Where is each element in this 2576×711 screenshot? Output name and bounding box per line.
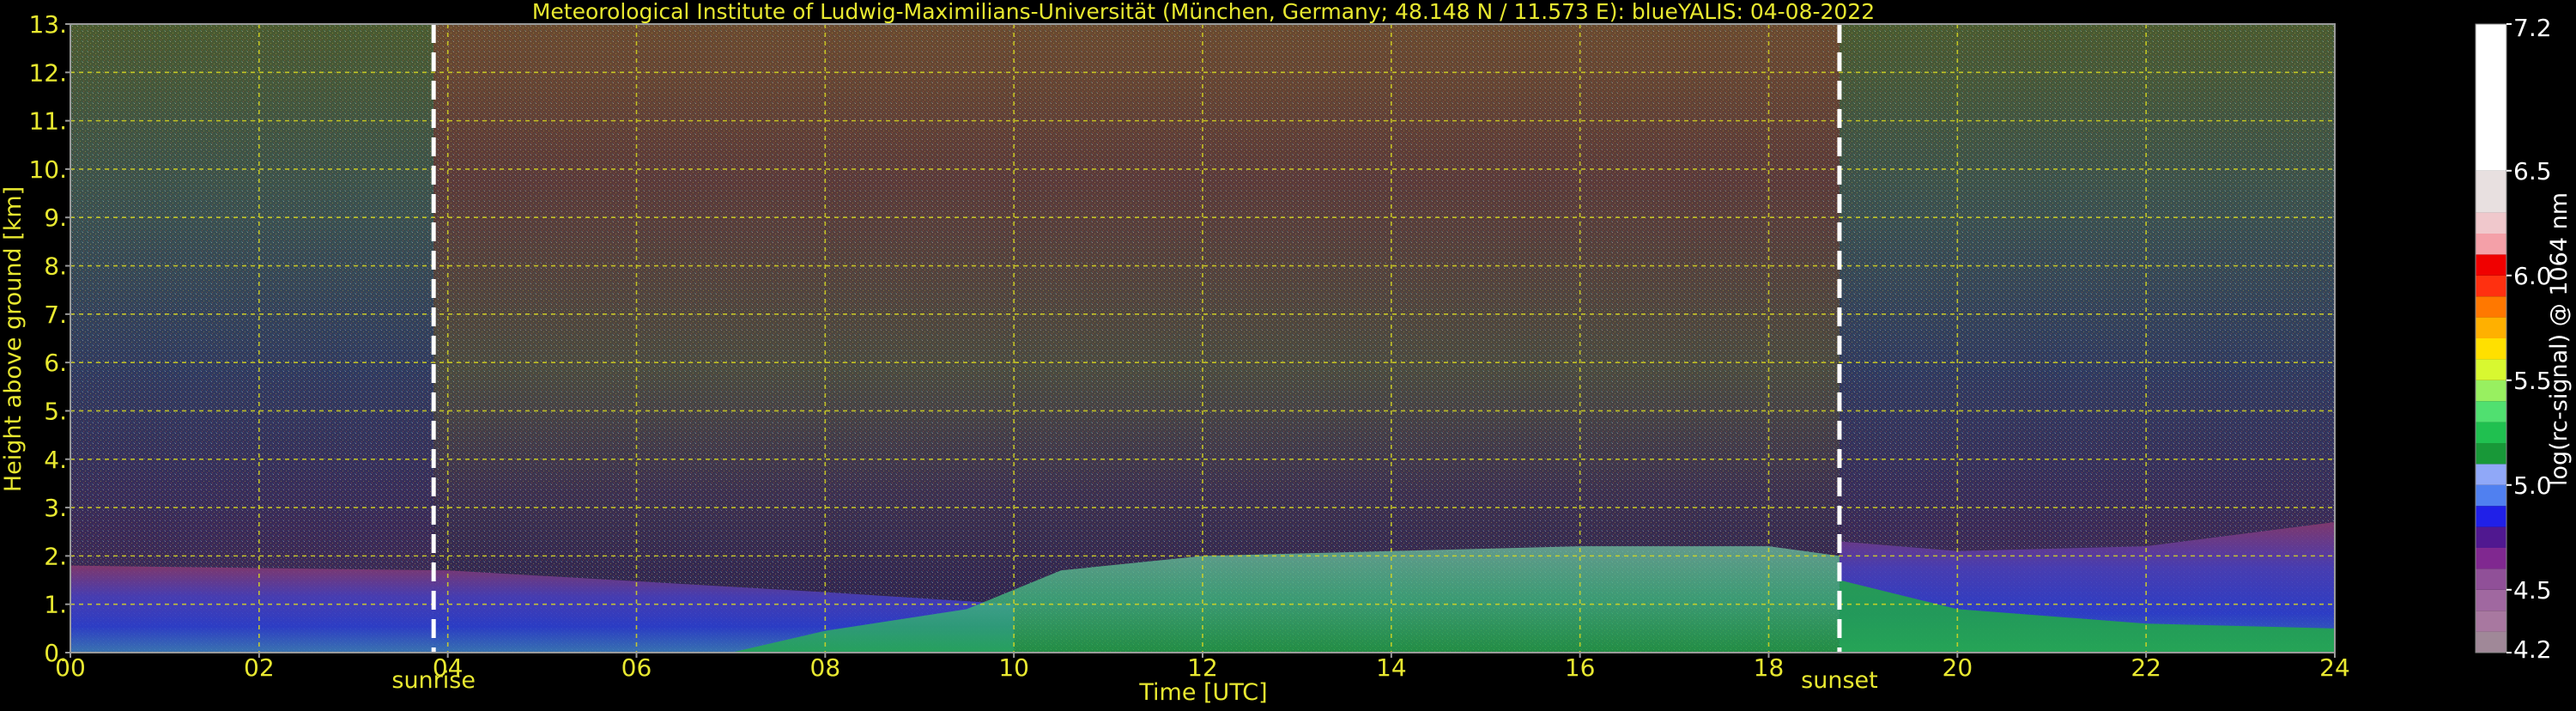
x-axis-label: Time [UTC]: [1138, 679, 1267, 706]
x-tick-label: 20: [1943, 653, 1973, 682]
x-tick-label: 24: [2319, 653, 2350, 682]
x-tick-label: 04: [433, 653, 464, 682]
y-tick-label: 0.: [44, 639, 67, 667]
colorbar-segment: [2476, 422, 2506, 443]
colorbar-segment: [2476, 611, 2506, 632]
colorbar-segment: [2476, 275, 2506, 297]
x-tick-label: 06: [621, 653, 652, 682]
colorbar-segment: [2476, 234, 2506, 255]
x-tick-label: 18: [1754, 653, 1785, 682]
colorbar-segment: [2476, 170, 2506, 213]
colorbar-segment: [2476, 380, 2506, 402]
y-tick-label: 6.: [44, 349, 67, 377]
y-tick-label: 5.: [44, 397, 67, 425]
y-tick-label: 9.: [44, 204, 67, 232]
chart-title: Meteorological Institute of Ludwig-Maxim…: [532, 0, 1875, 24]
colorbar-segment: [2476, 548, 2506, 569]
colorbar-segment: [2476, 317, 2506, 338]
colorbar: 4.24.55.05.56.06.57.2: [2475, 14, 2552, 664]
colorbar-segment: [2476, 589, 2506, 611]
x-tick-label: 22: [2131, 653, 2161, 682]
colorbar-segment: [2476, 568, 2506, 590]
colorbar-segment: [2476, 24, 2506, 171]
chart-svg: sunrise sunset 00 02 04 06 08 10 12 14 16 18 20 22 24…: [0, 0, 2573, 706]
lidar-chart: sunrise sunset 00 02 04 06 08 10 12 14 16 18 20 22 24…: [0, 0, 2576, 708]
colorbar-tick-label: 4.2: [2513, 635, 2552, 664]
y-tick-label: 7.: [44, 301, 67, 329]
colorbar-segment: [2476, 212, 2506, 234]
y-tick-label: 11.: [28, 107, 67, 136]
colorbar-segment: [2476, 401, 2506, 422]
x-tick-label: 02: [244, 653, 275, 682]
y-tick-label: 2.: [44, 542, 67, 570]
colorbar-segment: [2476, 464, 2506, 485]
y-axis-label: Height above ground [km]: [0, 186, 27, 492]
colorbar-segment: [2476, 338, 2506, 360]
x-tick-label: 14: [1376, 653, 1407, 682]
sunset-label: sunset: [1801, 667, 1878, 694]
colorbar-segment: [2476, 359, 2506, 380]
x-tick-label: 08: [810, 653, 841, 682]
colorbar-tick-label: 7.2: [2513, 14, 2552, 42]
colorbar-tick-label: 6.5: [2513, 157, 2552, 185]
colorbar-tick-label: 4.5: [2513, 576, 2552, 605]
y-tick-label: 4.: [44, 446, 67, 474]
y-tick-label: 12.: [28, 58, 67, 87]
x-tick-label: 10: [998, 653, 1029, 682]
x-tick-label: 16: [1565, 653, 1596, 682]
colorbar-segment: [2476, 631, 2506, 653]
y-tick-label: 8.: [44, 252, 67, 281]
colorbar-segment: [2476, 506, 2506, 527]
colorbar-segment: [2476, 484, 2506, 507]
colorbar-segment: [2476, 296, 2506, 318]
colorbar-segment: [2476, 254, 2506, 276]
colorbar-segment: [2476, 443, 2506, 465]
x-tick-label: 12: [1187, 653, 1218, 682]
colorbar-label: log(rc-signal) @ 1064 nm: [2546, 192, 2573, 486]
colorbar-segment: [2476, 526, 2506, 548]
y-tick-label: 10.: [28, 155, 67, 184]
y-tick-label: 1.: [44, 591, 67, 619]
y-tick-label: 3.: [44, 494, 67, 522]
y-tick-label: 13.: [28, 10, 67, 39]
